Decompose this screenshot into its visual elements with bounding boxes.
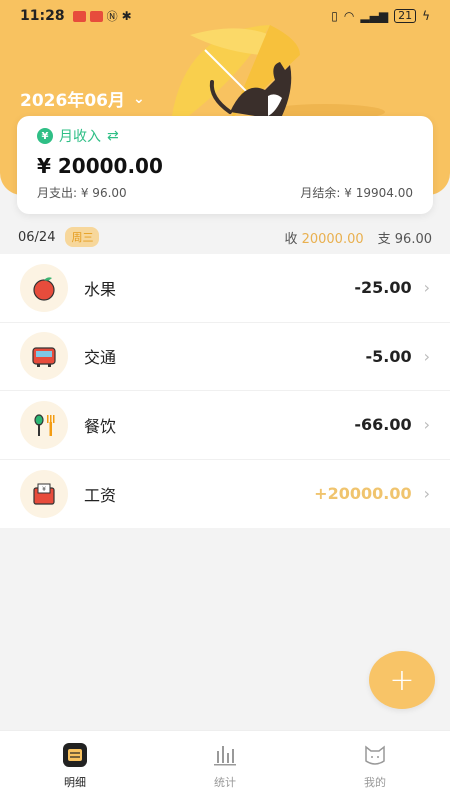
- chevron-right-icon: ›: [423, 346, 430, 366]
- app-notification-icon: [89, 10, 103, 22]
- stats-bars-icon: [211, 742, 239, 768]
- utensils-icon: [20, 400, 68, 449]
- day-date: 06/24: [18, 229, 56, 245]
- status-time: 11:28: [20, 8, 65, 24]
- chevron-right-icon: ›: [423, 484, 430, 504]
- category-name: 餐饮: [84, 416, 117, 436]
- nfc-icon: Ⓝ: [106, 10, 118, 23]
- charging-icon: ϟ: [422, 9, 430, 23]
- monthly-expense: 月支出: ¥ 96.00: [37, 186, 127, 200]
- detail-list-icon: [61, 742, 89, 768]
- day-expense-value: 96.00: [394, 231, 432, 247]
- day-income-value: 20000.00: [301, 231, 364, 247]
- nav-label: 我的: [364, 775, 386, 789]
- transaction-amount: -25.00: [354, 278, 412, 298]
- app-notification-icon: [72, 10, 86, 22]
- salary-envelope-icon: ¥: [20, 469, 68, 518]
- transaction-amount: -66.00: [354, 415, 412, 435]
- day-header: 06/24 周三 收 20000.00 支 96.00: [0, 220, 450, 254]
- day-expense-label: 支: [377, 231, 391, 247]
- monthly-summary-card: ¥ 月收入 ⇄ ¥ 20000.00 月支出: ¥ 96.00 月结余: ¥ 1…: [17, 116, 433, 214]
- weekday-badge: 周三: [65, 227, 100, 247]
- nav-item-profile[interactable]: 我的: [300, 731, 450, 800]
- income-label: 月收入: [59, 129, 101, 145]
- day-income: 收 20000.00: [284, 228, 363, 247]
- chevron-right-icon: ›: [423, 415, 430, 435]
- nav-item-detail[interactable]: 明细: [0, 731, 150, 800]
- bus-icon: [20, 332, 68, 381]
- chevron-down-icon: ⌄: [132, 90, 145, 107]
- transaction-list: 水果 -25.00 › 交通 -5.00 › 餐饮 -66.00 › ¥ 工资 …: [0, 254, 450, 528]
- nav-label: 统计: [214, 775, 236, 789]
- category-name: 水果: [84, 279, 117, 299]
- bluetooth-icon: ✱: [121, 9, 132, 23]
- transaction-amount: -5.00: [365, 346, 412, 366]
- apple-icon: [20, 263, 68, 312]
- day-income-label: 收: [284, 231, 298, 247]
- add-transaction-button[interactable]: +: [369, 651, 435, 709]
- svg-text:¥: ¥: [42, 486, 46, 493]
- nav-item-stats[interactable]: 统计: [150, 731, 300, 800]
- chevron-right-icon: ›: [423, 278, 430, 298]
- month-picker[interactable]: 2026年06月 ⌄: [20, 86, 145, 112]
- monthly-balance: 月结余: ¥ 19904.00: [300, 186, 413, 200]
- transaction-row[interactable]: 水果 -25.00 ›: [0, 254, 450, 323]
- day-expense: 支 96.00: [378, 228, 432, 247]
- nav-label: 明细: [64, 775, 86, 789]
- category-name: 交通: [84, 348, 117, 368]
- yen-icon: ¥: [37, 128, 53, 144]
- monthly-income-amount: ¥ 20000.00: [37, 154, 163, 178]
- category-name: 工资: [84, 485, 117, 505]
- bottom-nav: 明细 统计 我的: [0, 730, 450, 800]
- transaction-row[interactable]: 餐饮 -66.00 ›: [0, 391, 450, 460]
- month-label: 2026年06月: [20, 91, 125, 111]
- transaction-row[interactable]: 交通 -5.00 ›: [0, 323, 450, 391]
- cat-profile-icon: [361, 742, 389, 768]
- transaction-row[interactable]: ¥ 工资 +20000.00 ›: [0, 460, 450, 529]
- transaction-amount: +20000.00: [314, 484, 412, 504]
- swap-icon: ⇄: [107, 128, 119, 144]
- income-toggle[interactable]: ¥ 月收入 ⇄: [37, 126, 413, 146]
